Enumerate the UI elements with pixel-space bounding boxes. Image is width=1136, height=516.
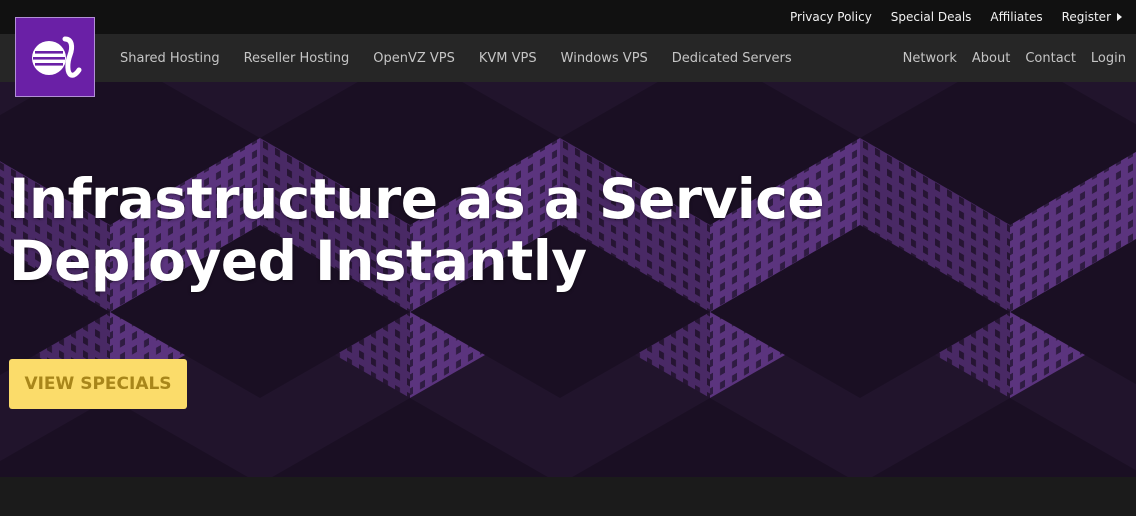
special-deals-link[interactable]: Special Deals [891, 10, 972, 24]
nav-item-reseller-hosting[interactable]: Reseller Hosting [244, 51, 350, 66]
nav-item-dedicated-servers[interactable]: Dedicated Servers [672, 51, 792, 66]
nav-item-shared-hosting[interactable]: Shared Hosting [120, 51, 220, 66]
site-logo[interactable] [15, 17, 95, 97]
nav-item-windows-vps[interactable]: Windows VPS [561, 51, 648, 66]
nav-left: Shared Hosting Reseller Hosting OpenVZ V… [120, 34, 792, 82]
nav-item-about[interactable]: About [972, 51, 1010, 66]
alpha-logo-icon [32, 36, 82, 78]
affiliates-link[interactable]: Affiliates [990, 10, 1042, 24]
view-specials-button[interactable]: VIEW SPECIALS [9, 359, 187, 409]
nav-item-kvm-vps[interactable]: KVM VPS [479, 51, 537, 66]
nav-item-network[interactable]: Network [903, 51, 957, 66]
bottom-strip [0, 477, 1136, 516]
main-nav-bar: Shared Hosting Reseller Hosting OpenVZ V… [0, 34, 1136, 82]
register-link[interactable]: Register [1062, 10, 1111, 24]
nav-item-contact[interactable]: Contact [1025, 51, 1076, 66]
hero-title-line-1: Infrastructure as a Service [9, 167, 825, 231]
top-links: Privacy Policy Special Deals Affiliates … [790, 0, 1122, 34]
nav-right: Network About Contact Login [903, 34, 1126, 82]
hero-title: Infrastructure as a Service Deployed Ins… [9, 167, 825, 293]
hero-section: Infrastructure as a Service Deployed Ins… [0, 82, 1136, 477]
hero-title-line-2: Deployed Instantly [9, 229, 587, 293]
caret-right-icon [1117, 13, 1122, 21]
register-menu[interactable]: Register [1062, 10, 1122, 24]
nav-item-login[interactable]: Login [1091, 51, 1126, 66]
nav-item-openvz-vps[interactable]: OpenVZ VPS [373, 51, 455, 66]
top-utility-bar: Privacy Policy Special Deals Affiliates … [0, 0, 1136, 34]
privacy-policy-link[interactable]: Privacy Policy [790, 10, 872, 24]
